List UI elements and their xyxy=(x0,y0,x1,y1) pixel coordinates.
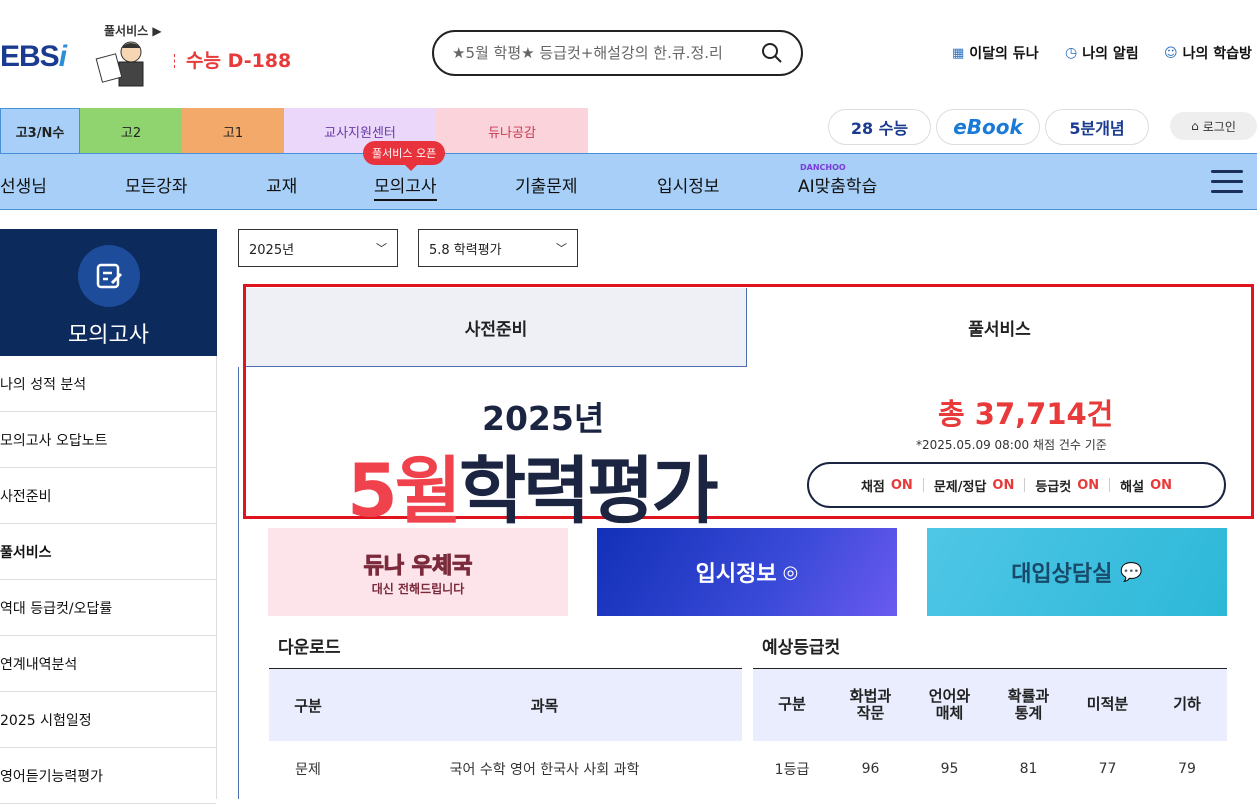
hamburger-menu-icon[interactable] xyxy=(1211,170,1243,194)
ebook-link[interactable]: eBook xyxy=(936,109,1040,145)
chat-bubble-icon: 💬 xyxy=(1120,561,1143,583)
nav-ai-learning[interactable]: DANCHOO AI맞춤학습 xyxy=(798,163,877,197)
nav-mock-exam[interactable]: 모의고사 xyxy=(374,172,437,201)
main-nav: 선생님 모든강좌 교재 모의고사 기출문제 입시정보 DANCHOO AI맞춤학습 xyxy=(0,153,1257,210)
banner-counseling[interactable]: 대입상담실 💬 xyxy=(927,528,1227,616)
nav-all-lectures[interactable]: 모든강좌 xyxy=(125,172,188,197)
danchoo-tag: DANCHOO xyxy=(800,163,846,172)
side-item-exam-schedule[interactable]: 2025 시험일정 xyxy=(0,692,216,748)
tab-full-service[interactable]: 풀서비스 xyxy=(748,288,1251,367)
full-service-link[interactable]: 풀서비스 ▶ xyxy=(104,22,162,39)
study-room-icon: ☺ xyxy=(1164,45,1178,61)
edit-note-icon xyxy=(77,245,140,307)
lnb-title: 모의고사 xyxy=(68,323,149,348)
tab-grade3[interactable]: 고3/N수 xyxy=(0,108,80,154)
lock-icon: ⌂ xyxy=(1191,119,1199,133)
csat28-link[interactable]: 28 수능 xyxy=(828,109,931,145)
play-icon: ▶ xyxy=(152,24,162,38)
content-left-border xyxy=(238,367,239,799)
search-bar[interactable] xyxy=(432,30,803,76)
total-count: 총 37,714건 xyxy=(938,397,1114,431)
header: EBSi 풀서비스 ▶ 수능 D-188 ▦이달의 듀나 ◷나의 알림 ☺나의 … xyxy=(0,0,1257,108)
calendar-icon: ▦ xyxy=(952,45,965,61)
dday-label: 수능 D-188 xyxy=(174,46,291,73)
table-header: 구분 과목 xyxy=(269,669,742,741)
exam-select[interactable]: 5.8 학력평가 ﹀ xyxy=(418,229,578,267)
banner-admission-info[interactable]: 입시정보 ◎ xyxy=(597,528,897,616)
five-min-concept-link[interactable]: 5분개념 xyxy=(1045,109,1149,145)
mascot-icon xyxy=(95,41,144,87)
ebsi-logo[interactable]: EBSi xyxy=(0,40,67,74)
lnb-header: 모의고사 xyxy=(0,229,217,356)
download-title: 다운로드 xyxy=(278,638,341,658)
download-table: 구분 과목 문제 국어 수학 영어 한국사 사회 과학 xyxy=(269,668,742,796)
nav-textbook[interactable]: 교재 xyxy=(266,172,297,197)
nav-admission-info[interactable]: 입시정보 xyxy=(657,172,720,197)
search-icon[interactable] xyxy=(761,42,783,64)
tab-grade1[interactable]: 고1 xyxy=(182,108,284,154)
my-alarm-link[interactable]: ◷ 나의 알림 xyxy=(1065,43,1139,63)
banner-duna-post[interactable]: 듀나 우체국 대신 전해드립니다 xyxy=(268,528,568,616)
year-select[interactable]: 2025년 ﹀ xyxy=(238,229,398,267)
subject-links[interactable]: 국어 수학 영어 한국사 사회 과학 xyxy=(347,759,742,779)
side-item-linkage-analysis[interactable]: 연계내역분석 xyxy=(0,636,216,692)
chevron-down-icon: ﹀ xyxy=(556,242,567,255)
tab-grade2[interactable]: 고2 xyxy=(80,108,182,154)
tab-duna-space[interactable]: 듀나공감 xyxy=(436,108,588,154)
cutoff-title: 예상등급컷 xyxy=(762,638,841,658)
table-row: 1등급 96 95 81 77 79 xyxy=(774,760,1196,778)
side-item-english-listening[interactable]: 영어듣기능력평가 xyxy=(0,748,216,804)
clock-icon: ◷ xyxy=(1065,45,1078,61)
side-menu: 나의 성적 분석 모의고사 오답노트 사전준비 풀서비스 역대 등급컷/오답률 … xyxy=(0,356,217,804)
chevron-down-icon: ﹀ xyxy=(376,242,387,255)
search-input[interactable] xyxy=(452,44,761,62)
side-item-score-analysis[interactable]: 나의 성적 분석 xyxy=(0,356,216,412)
full-service-open-badge: 풀서비스 오픈 xyxy=(363,141,446,171)
side-item-wrong-answer-note[interactable]: 모의고사 오답노트 xyxy=(0,412,216,468)
side-item-full-service[interactable]: 풀서비스 xyxy=(0,524,216,580)
side-item-preparation[interactable]: 사전준비 xyxy=(0,468,216,524)
count-basis: *2025.05.09 08:00 채점 건수 기준 xyxy=(916,438,1107,452)
login-button[interactable]: ⌂ 로그인 xyxy=(1170,112,1257,140)
table-header: 구분 화법과 작문 언어와 매체 확률과 통계 미적분 기하 xyxy=(753,669,1227,741)
cutoff-table: 구분 화법과 작문 언어와 매체 확률과 통계 미적분 기하 1등급 96 95… xyxy=(753,668,1227,796)
tab-preparation[interactable]: 사전준비 xyxy=(246,288,747,367)
hero-title: 5월학력평가 xyxy=(347,449,719,534)
side-item-grade-cut-history[interactable]: 역대 등급컷/오답률 xyxy=(0,580,216,636)
magnifier-icon: ◎ xyxy=(782,561,799,583)
table-row: 문제 국어 수학 영어 한국사 사회 과학 xyxy=(269,741,742,796)
nav-past-exams[interactable]: 기출문제 xyxy=(515,172,578,197)
nav-teacher[interactable]: 선생님 xyxy=(0,172,47,197)
service-status-bar: 채점 ON 문제/정답 ON 등급컷 ON 해설 ON xyxy=(807,462,1226,508)
grade-tabs: 고3/N수 고2 고1 교사지원센터 듀나공감 xyxy=(0,108,588,154)
my-study-room-link[interactable]: ☺ 나의 학습방 xyxy=(1164,43,1252,63)
monthly-duna-link[interactable]: ▦ 이달의 듀나 xyxy=(952,43,1039,63)
